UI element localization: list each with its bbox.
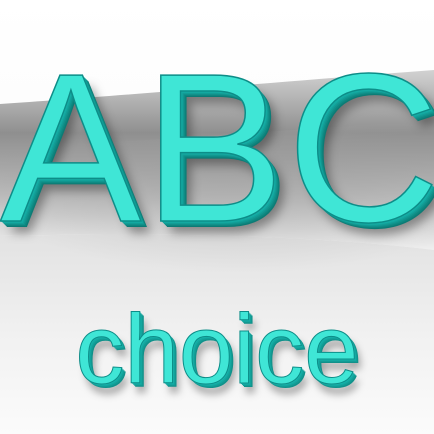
headline-abc: ABC — [0, 29, 434, 266]
tagline-choice: choice — [75, 294, 359, 404]
logo-scene: ABC choice — [0, 0, 434, 434]
